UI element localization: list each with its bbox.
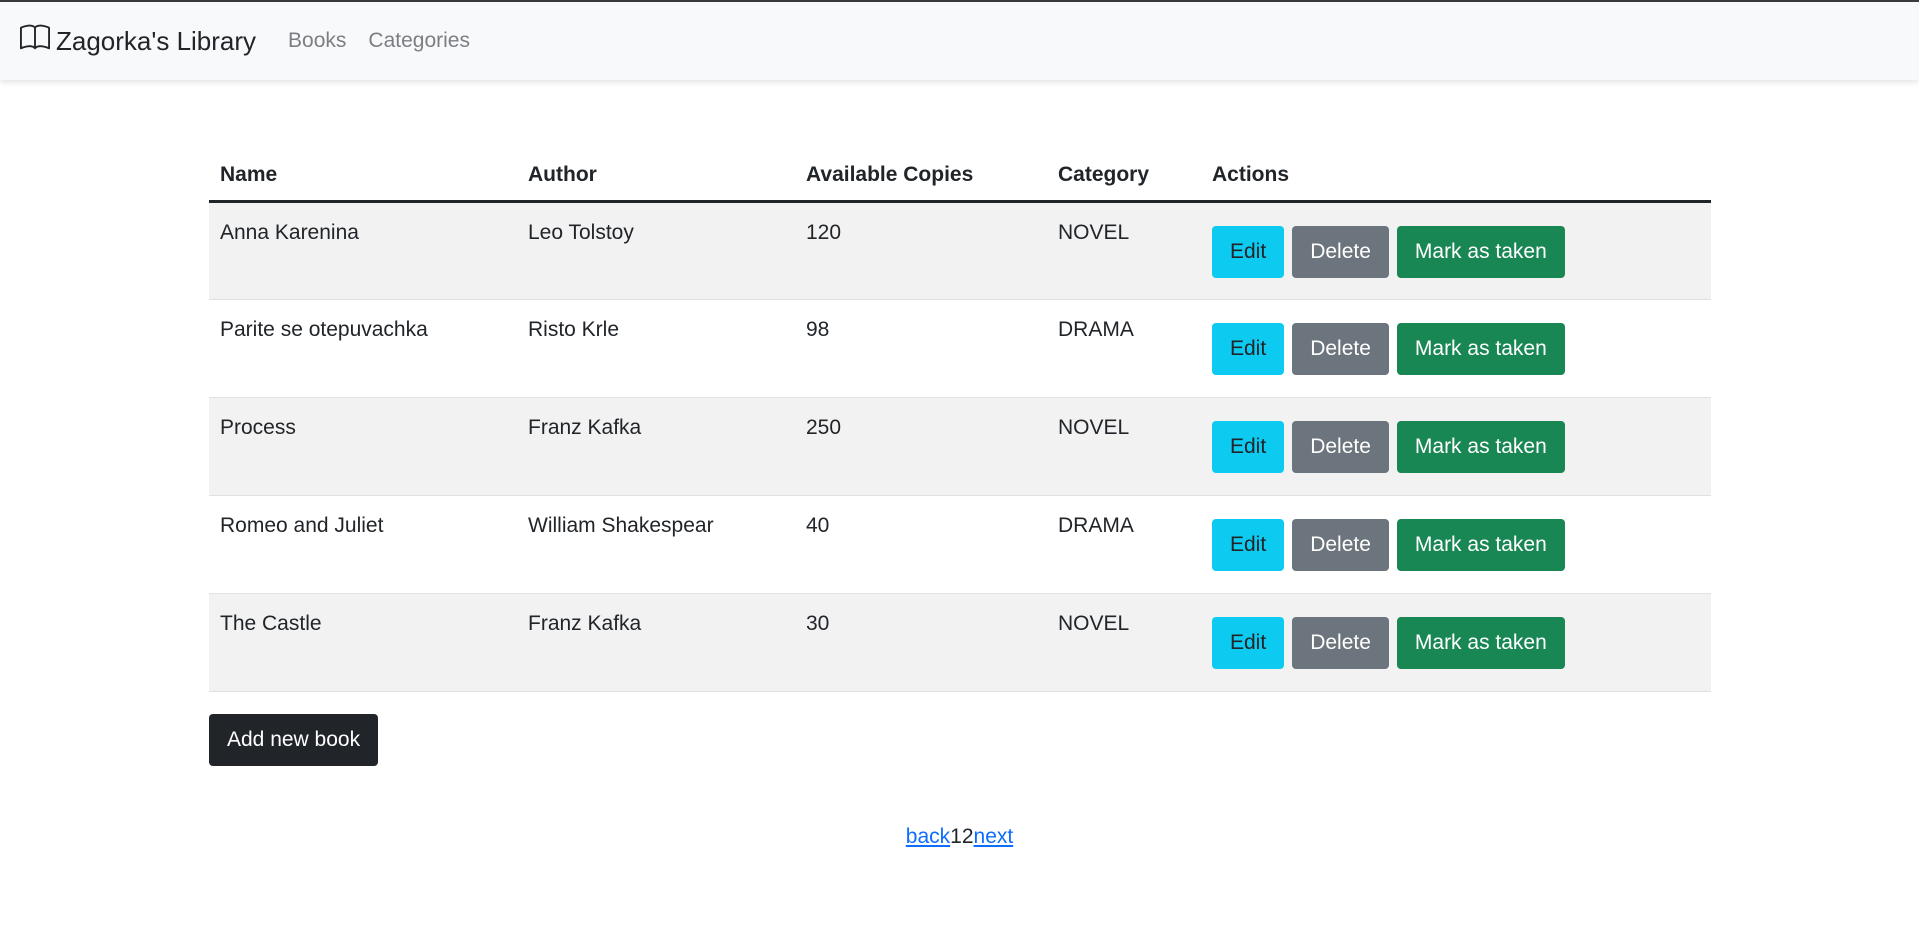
- book-category: NOVEL: [1047, 397, 1201, 496]
- delete-button[interactable]: Delete: [1292, 322, 1389, 375]
- books-table: Name Author Available Copies Category Ac…: [209, 150, 1711, 692]
- book-author: Leo Tolstoy: [517, 201, 795, 300]
- row-actions: Edit Delete Mark as taken: [1201, 397, 1711, 496]
- book-name: Romeo and Juliet: [209, 495, 517, 594]
- mark-as-taken-button[interactable]: Mark as taken: [1396, 420, 1565, 473]
- book-name: Anna Karenina: [209, 201, 517, 300]
- row-actions: Edit Delete Mark as taken: [1201, 593, 1711, 692]
- table-row: The Castle Franz Kafka 30 NOVEL Edit Dele…: [209, 593, 1711, 692]
- header-category: Category: [1047, 150, 1201, 203]
- table-row: Parite se otepuvachka Risto Krle 98 DRAM…: [209, 299, 1711, 398]
- header-author: Author: [517, 150, 795, 203]
- table-row: Process Franz Kafka 250 NOVEL Edit Delete…: [209, 397, 1711, 496]
- edit-button[interactable]: Edit: [1212, 616, 1285, 669]
- books-table-container: Name Author Available Copies Category Ac…: [209, 150, 1711, 692]
- book-category: DRAMA: [1047, 495, 1201, 594]
- navbar: Zagorka's Library Books Categories: [0, 0, 1919, 80]
- book-copies: 98: [795, 299, 1047, 398]
- book-name: The Castle: [209, 593, 517, 692]
- book-category: NOVEL: [1047, 201, 1201, 300]
- brand-title: Zagorka's Library: [56, 25, 257, 56]
- header-actions: Actions: [1201, 150, 1711, 203]
- delete-button[interactable]: Delete: [1292, 420, 1389, 473]
- pagination-page-2[interactable]: 2: [962, 825, 974, 848]
- row-actions: Edit Delete Mark as taken: [1201, 299, 1711, 398]
- row-actions: Edit Delete Mark as taken: [1201, 201, 1711, 300]
- header-name: Name: [209, 150, 517, 203]
- pagination: back12next: [0, 825, 1919, 849]
- brand-link[interactable]: Zagorka's Library: [20, 23, 256, 60]
- book-author: Risto Krle: [517, 299, 795, 398]
- book-icon: [20, 23, 56, 60]
- edit-button[interactable]: Edit: [1212, 322, 1285, 375]
- book-copies: 40: [795, 495, 1047, 594]
- add-new-book-button[interactable]: Add new book: [209, 714, 379, 766]
- book-category: NOVEL: [1047, 593, 1201, 692]
- book-copies: 120: [795, 201, 1047, 300]
- edit-button[interactable]: Edit: [1212, 518, 1285, 571]
- mark-as-taken-button[interactable]: Mark as taken: [1396, 225, 1565, 278]
- delete-button[interactable]: Delete: [1292, 225, 1389, 278]
- book-author: William Shakespear: [517, 495, 795, 594]
- mark-as-taken-button[interactable]: Mark as taken: [1396, 616, 1565, 669]
- header-available-copies: Available Copies: [795, 150, 1047, 203]
- pagination-next-link[interactable]: next: [974, 825, 1014, 848]
- edit-button[interactable]: Edit: [1212, 225, 1285, 278]
- delete-button[interactable]: Delete: [1292, 518, 1389, 571]
- book-copies: 250: [795, 397, 1047, 496]
- book-copies: 30: [795, 593, 1047, 692]
- mark-as-taken-button[interactable]: Mark as taken: [1396, 518, 1565, 571]
- book-category: DRAMA: [1047, 299, 1201, 398]
- pagination-page-1[interactable]: 1: [950, 825, 962, 848]
- delete-button[interactable]: Delete: [1292, 616, 1389, 669]
- pagination-back-link[interactable]: back: [906, 825, 950, 848]
- book-name: Parite se otepuvachka: [209, 299, 517, 398]
- mark-as-taken-button[interactable]: Mark as taken: [1396, 322, 1565, 375]
- book-name: Process: [209, 397, 517, 496]
- book-author: Franz Kafka: [517, 593, 795, 692]
- nav-link-books[interactable]: Books: [288, 29, 346, 53]
- row-actions: Edit Delete Mark as taken: [1201, 495, 1711, 594]
- nav-link-categories[interactable]: Categories: [368, 29, 470, 53]
- table-row: Romeo and Juliet William Shakespear 40 D…: [209, 495, 1711, 594]
- table-header-row: Name Author Available Copies Category Ac…: [209, 150, 1711, 203]
- book-author: Franz Kafka: [517, 397, 795, 496]
- edit-button[interactable]: Edit: [1212, 420, 1285, 473]
- table-row: Anna Karenina Leo Tolstoy 120 NOVEL Edit…: [209, 201, 1711, 300]
